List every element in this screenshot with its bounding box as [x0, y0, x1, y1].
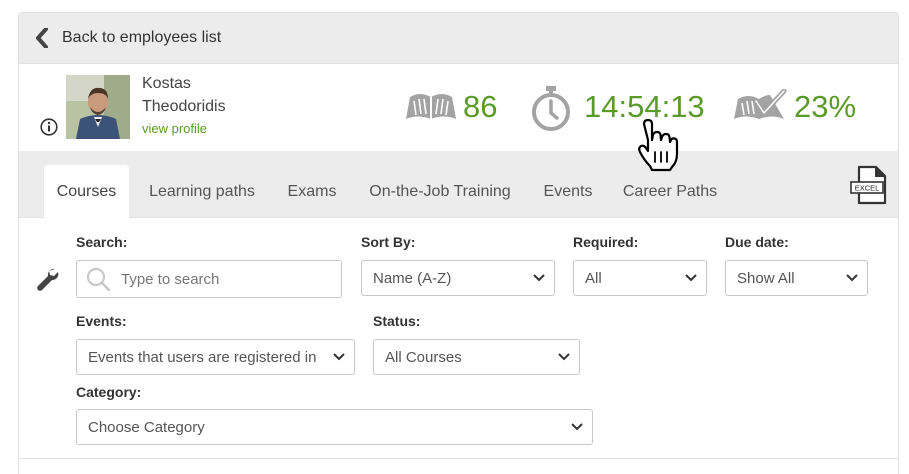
employee-last-name: Theodoridis [142, 98, 226, 115]
info-icon[interactable] [40, 118, 58, 136]
employee-first-name: Kostas [142, 75, 191, 92]
status-label: Status: [373, 313, 421, 329]
tab-courses[interactable]: Courses [44, 165, 129, 219]
sort-by-label: Sort By: [361, 234, 416, 250]
chevron-down-icon [846, 274, 858, 282]
chevron-down-icon [558, 353, 570, 361]
book-check-icon [734, 89, 787, 119]
category-select[interactable]: Choose Category [76, 409, 593, 445]
events-value: Events that users are registered in [88, 348, 317, 366]
hand-cursor-icon [638, 118, 679, 172]
back-label: Back to employees list [62, 29, 222, 46]
stopwatch-icon [532, 86, 570, 131]
due-date-select[interactable]: Show All [725, 260, 868, 296]
status-value: All Courses [385, 348, 462, 366]
tab-career-paths[interactable]: Career Paths [615, 165, 725, 219]
excel-export-icon[interactable]: EXCEL [850, 165, 888, 205]
view-profile-link[interactable]: view profile [142, 121, 207, 136]
events-label: Events: [76, 313, 127, 329]
search-icon [86, 267, 111, 292]
due-date-label: Due date: [725, 234, 789, 250]
due-date-value: Show All [737, 269, 795, 287]
employee-panel: Back to employees list Kostas Theodoridi… [18, 12, 899, 474]
required-select[interactable]: All [573, 260, 707, 296]
open-book-icon [406, 94, 456, 119]
back-to-employees-link[interactable]: Back to employees list [19, 13, 898, 64]
status-select[interactable]: All Courses [373, 339, 580, 375]
tab-on-the-job-training[interactable]: On-the-Job Training [358, 165, 522, 219]
events-select[interactable]: Events that users are registered in [76, 339, 355, 375]
chevron-left-icon [36, 28, 48, 48]
search-label: Search: [76, 234, 128, 250]
sort-by-value: Name (A-Z) [373, 269, 452, 287]
category-value: Choose Category [88, 418, 205, 436]
avatar [66, 75, 130, 139]
chevron-down-icon [333, 353, 345, 361]
tab-exams[interactable]: Exams [279, 165, 345, 219]
tab-events[interactable]: Events [533, 165, 603, 219]
chevron-down-icon [571, 423, 583, 431]
tab-learning-paths[interactable]: Learning paths [137, 165, 267, 219]
sort-by-select[interactable]: Name (A-Z) [361, 260, 555, 296]
required-label: Required: [573, 234, 639, 250]
content-divider [19, 458, 898, 459]
excel-badge-text: EXCEL [855, 184, 880, 193]
courses-count: 86 [463, 89, 498, 124]
chevron-down-icon [533, 274, 545, 282]
completion-percent: 23% [794, 89, 857, 124]
search-input[interactable]: Type to search [76, 260, 342, 298]
category-label: Category: [76, 384, 142, 400]
chevron-down-icon [685, 274, 697, 282]
search-placeholder: Type to search [121, 270, 220, 288]
wrench-icon[interactable] [35, 266, 59, 292]
required-value: All [585, 269, 602, 287]
tabs-bar: Courses Learning paths Exams On-the-Job … [19, 151, 898, 219]
